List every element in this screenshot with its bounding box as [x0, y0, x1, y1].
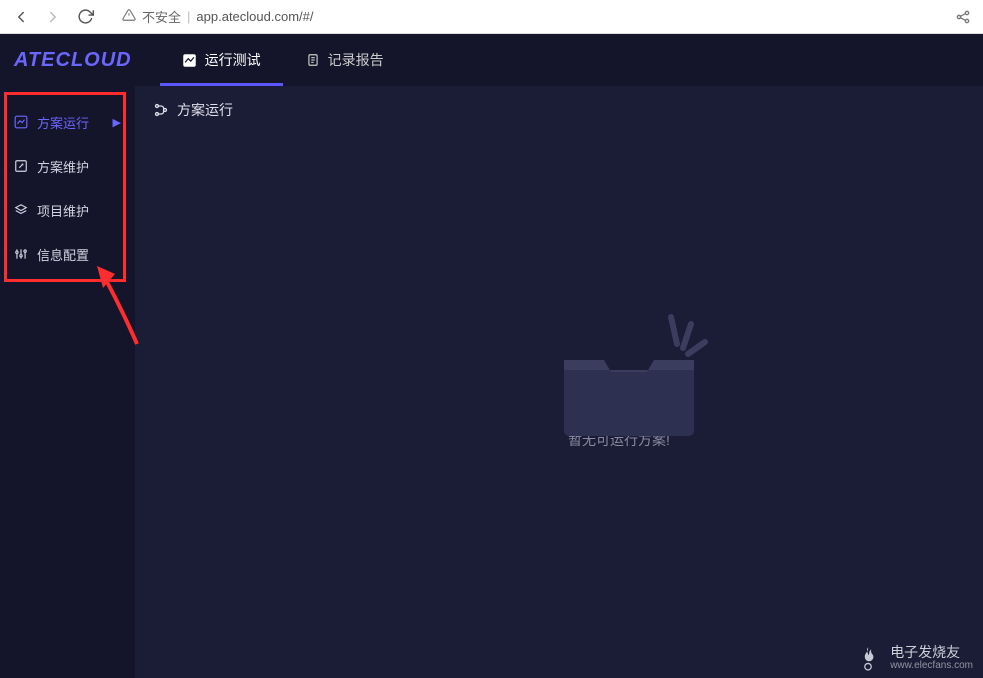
share-button[interactable] [955, 9, 971, 25]
url-text: app.atecloud.com/#/ [196, 9, 313, 24]
sidebar-item-scheme-maintain[interactable]: 方案维护 [0, 144, 135, 188]
forward-button[interactable] [40, 4, 66, 30]
fork-icon [153, 102, 169, 118]
arrow-right-icon [44, 8, 62, 26]
sidebar-item-scheme-run[interactable]: 方案运行 ▶ [0, 100, 135, 144]
watermark-title: 电子发烧友 [890, 644, 973, 660]
tab-label: 记录报告 [328, 50, 384, 70]
topbar: ATECLOUD 运行测试 记录报告 [0, 34, 983, 86]
reload-icon [77, 8, 94, 25]
chart-line-icon [182, 52, 198, 68]
sidebar-item-project-maintain[interactable]: 项目维护 [0, 188, 135, 232]
chart-line-icon [14, 115, 28, 129]
reload-button[interactable] [72, 4, 98, 30]
chevron-right-icon: ▶ [113, 116, 121, 129]
browser-toolbar: 不安全 | app.atecloud.com/#/ [0, 0, 983, 34]
security-label: 不安全 [142, 7, 181, 26]
sidebar-item-label: 项目维护 [37, 201, 89, 220]
arrow-left-icon [12, 8, 30, 26]
app-root: ATECLOUD 运行测试 记录报告 方案运行 [0, 34, 983, 678]
empty-state: 暂无可运行方案! [195, 104, 983, 648]
back-button[interactable] [8, 4, 34, 30]
flame-icon [854, 644, 882, 672]
sidebar-item-info-config[interactable]: 信息配置 [0, 232, 135, 276]
tab-label: 运行测试 [205, 50, 261, 70]
sidebar-item-label: 方案维护 [37, 157, 89, 176]
sidebar: 方案运行 ▶ 方案维护 项目维护 信息配置 [0, 86, 135, 678]
address-bar[interactable]: 不安全 | app.atecloud.com/#/ [112, 3, 949, 31]
tab-report[interactable]: 记录报告 [283, 34, 406, 86]
share-icon [955, 9, 971, 25]
warning-icon [122, 8, 136, 25]
top-tabs: 运行测试 记录报告 [160, 34, 406, 86]
tab-run-test[interactable]: 运行测试 [160, 34, 283, 86]
watermark-url: www.elecfans.com [890, 660, 973, 672]
logo[interactable]: ATECLOUD [14, 49, 132, 72]
sidebar-item-label: 信息配置 [37, 245, 89, 264]
empty-box-icon [549, 302, 689, 412]
layers-icon [14, 203, 28, 217]
content-panel: 方案运行 暂无可运行 [135, 86, 983, 678]
clipboard-icon [305, 52, 321, 68]
sidebar-item-label: 方案运行 [37, 113, 89, 132]
edit-square-icon [14, 159, 28, 173]
watermark: 电子发烧友 www.elecfans.com [854, 644, 973, 672]
sliders-icon [14, 247, 28, 261]
app-body: 方案运行 ▶ 方案维护 项目维护 信息配置 [0, 86, 983, 678]
